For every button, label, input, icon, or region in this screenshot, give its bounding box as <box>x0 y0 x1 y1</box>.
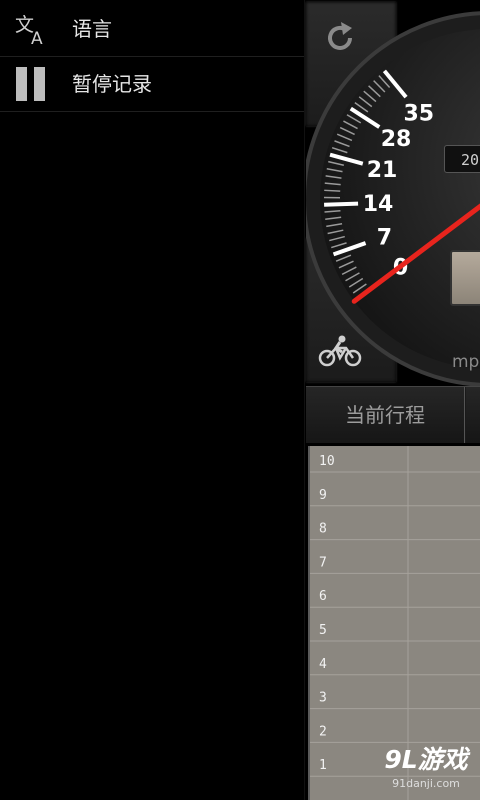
site-watermark: 9L游戏 91danji.com <box>372 744 480 800</box>
menu-item-label: 语言 <box>72 17 112 41</box>
major-tick <box>324 201 359 207</box>
pause-icon <box>14 67 50 101</box>
chart-y-tick-label: 8 <box>319 522 327 537</box>
chart-y-tick-label: 5 <box>319 623 327 638</box>
speedometer-gauge: 0714212835 <box>306 11 480 386</box>
gauge-tick-label: 21 <box>367 158 398 183</box>
watermark-url: 91danji.com <box>392 777 460 790</box>
gauge-tick-label: 35 <box>403 102 434 127</box>
chart-y-tick-label: 4 <box>319 657 327 672</box>
odometer-display: 20 <box>444 145 480 173</box>
trip-tabs: 当前行程 <box>306 386 480 443</box>
gauge-tick-label: 28 <box>381 127 412 152</box>
chart-y-tick-label: 1 <box>319 758 327 773</box>
chart-y-tick-label: 10 <box>319 454 335 469</box>
gauge-tick-label: 7 <box>377 225 392 250</box>
translate-icon: 文 A <box>15 14 43 46</box>
chart-y-tick-label: 3 <box>319 691 327 706</box>
chart-y-tick-label: 6 <box>319 589 327 604</box>
menu-item-label: 暂停记录 <box>72 72 152 96</box>
navigation-drawer: 文 A 语言 暂停记录 <box>0 0 305 800</box>
speed-readout-box <box>450 250 480 306</box>
menu-item-pause-recording[interactable]: 暂停记录 <box>0 57 304 112</box>
tab-second[interactable] <box>466 387 480 443</box>
chart-y-tick-label: 2 <box>319 724 327 739</box>
chart-y-tick-label: 9 <box>319 488 327 503</box>
speed-unit-label: mp <box>452 352 480 372</box>
svg-text:A: A <box>31 29 43 46</box>
minor-tick <box>324 189 341 192</box>
chart-y-tick-label: 7 <box>319 555 327 570</box>
watermark-logo: 9L游戏 <box>384 745 468 774</box>
gauge-tick-label: 14 <box>363 192 394 217</box>
tab-current-trip[interactable]: 当前行程 <box>306 387 465 443</box>
menu-item-language[interactable]: 文 A 语言 <box>0 2 304 57</box>
